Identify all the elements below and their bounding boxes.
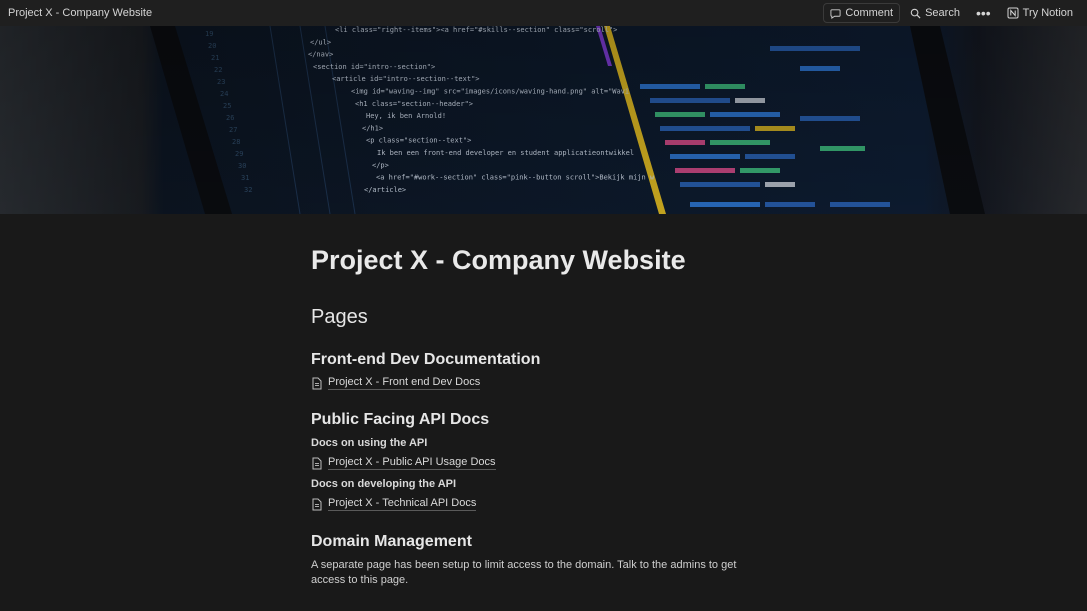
- try-notion-button[interactable]: Try Notion: [1001, 3, 1079, 23]
- api-usage-docs-link-label: Project X - Public API Usage Docs: [328, 456, 496, 470]
- search-label: Search: [925, 7, 960, 19]
- topbar-actions: Comment Search ••• Try Notion: [823, 3, 1079, 23]
- page-breadcrumb-title: Project X - Company Website: [8, 7, 153, 19]
- try-notion-label: Try Notion: [1022, 7, 1073, 19]
- search-icon: [910, 8, 921, 19]
- api-technical-docs-link-label: Project X - Technical API Docs: [328, 497, 477, 511]
- cover-code-illustration: 192021 222324 252627 282930 3132 <li cla…: [0, 26, 1087, 214]
- comment-label: Comment: [845, 7, 894, 19]
- comment-icon: [830, 8, 841, 19]
- notion-logo-icon: [1007, 7, 1019, 19]
- api-heading: Public Facing API Docs: [311, 411, 490, 428]
- frontend-docs-link-label: Project X - Front end Dev Docs: [328, 376, 481, 390]
- page-title: Project X - Company Website: [311, 245, 686, 275]
- page-icon: [312, 498, 322, 510]
- frontend-docs-link[interactable]: Project X - Front end Dev Docs: [311, 376, 481, 390]
- domain-description: A separate page has been setup to limit …: [311, 559, 737, 586]
- comment-button[interactable]: Comment: [823, 3, 901, 23]
- api-dev-label: Docs on developing the API: [311, 478, 457, 490]
- top-bar: Project X - Company Website Comment Sear…: [0, 0, 1087, 26]
- api-technical-docs-link[interactable]: Project X - Technical API Docs: [311, 497, 477, 511]
- frontend-heading: Front-end Dev Documentation: [311, 351, 541, 368]
- page-icon: [312, 457, 322, 469]
- domain-heading: Domain Management: [311, 533, 472, 550]
- api-usage-label: Docs on using the API: [311, 437, 428, 449]
- pages-heading: Pages: [311, 306, 368, 328]
- more-options-button[interactable]: •••: [970, 3, 997, 23]
- page-icon: [312, 377, 322, 389]
- cover-image: 192021 222324 252627 282930 3132 <li cla…: [0, 26, 1087, 214]
- search-button[interactable]: Search: [904, 3, 966, 23]
- api-usage-docs-link[interactable]: Project X - Public API Usage Docs: [311, 456, 496, 470]
